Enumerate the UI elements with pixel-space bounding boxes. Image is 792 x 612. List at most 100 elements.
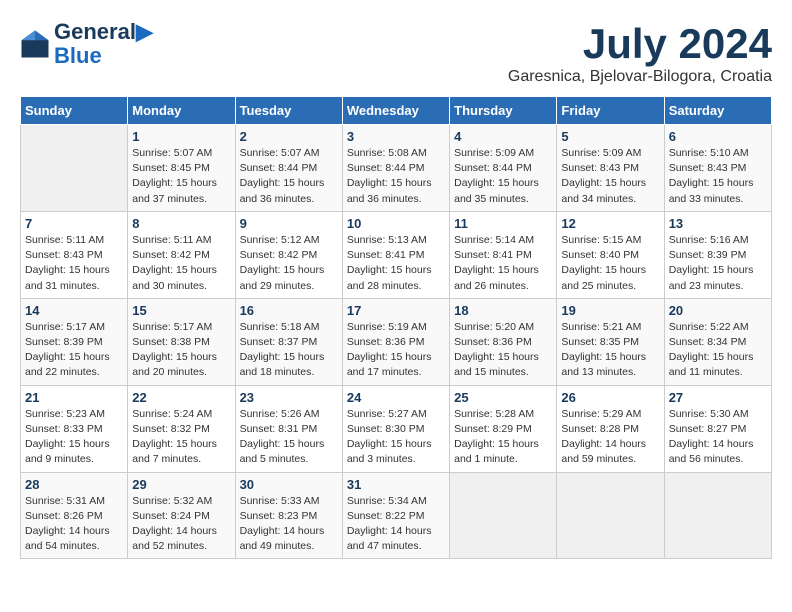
week-row-3: 14 Sunrise: 5:17 AMSunset: 8:39 PMDayligh…: [21, 298, 772, 385]
calendar-cell: 8 Sunrise: 5:11 AMSunset: 8:42 PMDaylight…: [128, 211, 235, 298]
day-info: Sunrise: 5:26 AMSunset: 8:31 PMDaylight:…: [240, 407, 338, 468]
day-info: Sunrise: 5:32 AMSunset: 8:24 PMDaylight:…: [132, 494, 230, 555]
weekday-header-monday: Monday: [128, 97, 235, 125]
calendar-cell: 10 Sunrise: 5:13 AMSunset: 8:41 PMDayligh…: [342, 211, 449, 298]
calendar-cell: 5 Sunrise: 5:09 AMSunset: 8:43 PMDaylight…: [557, 125, 664, 212]
weekday-header-wednesday: Wednesday: [342, 97, 449, 125]
calendar-cell: 25 Sunrise: 5:28 AMSunset: 8:29 PMDayligh…: [450, 385, 557, 472]
calendar-cell: [664, 472, 771, 559]
logo-icon: [20, 29, 50, 59]
day-number: 31: [347, 477, 445, 492]
calendar-cell: 19 Sunrise: 5:21 AMSunset: 8:35 PMDayligh…: [557, 298, 664, 385]
calendar-cell: 21 Sunrise: 5:23 AMSunset: 8:33 PMDayligh…: [21, 385, 128, 472]
logo-text: General▶ Blue: [54, 20, 153, 68]
calendar-cell: 13 Sunrise: 5:16 AMSunset: 8:39 PMDayligh…: [664, 211, 771, 298]
day-number: 4: [454, 129, 552, 144]
day-number: 5: [561, 129, 659, 144]
title-block: July 2024 Garesnica, Bjelovar-Bilogora, …: [508, 20, 772, 86]
weekday-header-tuesday: Tuesday: [235, 97, 342, 125]
week-row-5: 28 Sunrise: 5:31 AMSunset: 8:26 PMDayligh…: [21, 472, 772, 559]
calendar-cell: 30Sunrise: 5:33 AMSunset: 8:23 PMDayligh…: [235, 472, 342, 559]
day-number: 9: [240, 216, 338, 231]
calendar-cell: 7Sunrise: 5:11 AMSunset: 8:43 PMDaylight…: [21, 211, 128, 298]
day-info: Sunrise: 5:20 AMSunset: 8:36 PMDaylight:…: [454, 320, 552, 381]
day-info: Sunrise: 5:28 AMSunset: 8:29 PMDaylight:…: [454, 407, 552, 468]
calendar-cell: [557, 472, 664, 559]
calendar-cell: 11Sunrise: 5:14 AMSunset: 8:41 PMDayligh…: [450, 211, 557, 298]
day-number: 14: [25, 303, 123, 318]
day-info: Sunrise: 5:31 AMSunset: 8:26 PMDaylight:…: [25, 494, 123, 555]
day-number: 29: [132, 477, 230, 492]
calendar-cell: 23 Sunrise: 5:26 AMSunset: 8:31 PMDayligh…: [235, 385, 342, 472]
week-row-1: 1 Sunrise: 5:07 AMSunset: 8:45 PMDaylight…: [21, 125, 772, 212]
day-info: Sunrise: 5:07 AMSunset: 8:45 PMDaylight:…: [132, 146, 230, 207]
calendar-cell: 15 Sunrise: 5:17 AMSunset: 8:38 PMDayligh…: [128, 298, 235, 385]
day-number: 17: [347, 303, 445, 318]
day-number: 28: [25, 477, 123, 492]
day-info: Sunrise: 5:17 AMSunset: 8:38 PMDaylight:…: [132, 320, 230, 381]
day-number: 23: [240, 390, 338, 405]
day-number: 1: [132, 129, 230, 144]
page-header: General▶ Blue July 2024 Garesnica, Bjelo…: [20, 20, 772, 86]
day-number: 19: [561, 303, 659, 318]
day-info: Sunrise: 5:11 AMSunset: 8:42 PMDaylight:…: [132, 233, 230, 294]
calendar-cell: 17 Sunrise: 5:19 AMSunset: 8:36 PMDayligh…: [342, 298, 449, 385]
week-row-2: 7Sunrise: 5:11 AMSunset: 8:43 PMDaylight…: [21, 211, 772, 298]
day-number: 25: [454, 390, 552, 405]
day-number: 21: [25, 390, 123, 405]
week-row-4: 21 Sunrise: 5:23 AMSunset: 8:33 PMDayligh…: [21, 385, 772, 472]
day-info: Sunrise: 5:21 AMSunset: 8:35 PMDaylight:…: [561, 320, 659, 381]
day-number: 11: [454, 216, 552, 231]
day-info: Sunrise: 5:13 AMSunset: 8:41 PMDaylight:…: [347, 233, 445, 294]
calendar-cell: 29 Sunrise: 5:32 AMSunset: 8:24 PMDayligh…: [128, 472, 235, 559]
calendar-cell: 26Sunrise: 5:29 AMSunset: 8:28 PMDayligh…: [557, 385, 664, 472]
day-number: 16: [240, 303, 338, 318]
day-number: 15: [132, 303, 230, 318]
calendar-cell: 2 Sunrise: 5:07 AMSunset: 8:44 PMDaylight…: [235, 125, 342, 212]
calendar-cell: 28 Sunrise: 5:31 AMSunset: 8:26 PMDayligh…: [21, 472, 128, 559]
calendar-cell: 9 Sunrise: 5:12 AMSunset: 8:42 PMDaylight…: [235, 211, 342, 298]
calendar-cell: 31 Sunrise: 5:34 AMSunset: 8:22 PMDayligh…: [342, 472, 449, 559]
day-number: 10: [347, 216, 445, 231]
day-number: 6: [669, 129, 767, 144]
calendar-cell: 18 Sunrise: 5:20 AMSunset: 8:36 PMDayligh…: [450, 298, 557, 385]
day-info: Sunrise: 5:34 AMSunset: 8:22 PMDaylight:…: [347, 494, 445, 555]
day-number: 7: [25, 216, 123, 231]
logo: General▶ Blue: [20, 20, 153, 68]
day-number: 22: [132, 390, 230, 405]
weekday-header-sunday: Sunday: [21, 97, 128, 125]
calendar-cell: 20Sunrise: 5:22 AMSunset: 8:34 PMDayligh…: [664, 298, 771, 385]
day-number: 18: [454, 303, 552, 318]
day-info: Sunrise: 5:12 AMSunset: 8:42 PMDaylight:…: [240, 233, 338, 294]
day-info: Sunrise: 5:19 AMSunset: 8:36 PMDaylight:…: [347, 320, 445, 381]
calendar-cell: 27 Sunrise: 5:30 AMSunset: 8:27 PMDayligh…: [664, 385, 771, 472]
day-info: Sunrise: 5:18 AMSunset: 8:37 PMDaylight:…: [240, 320, 338, 381]
day-number: 24: [347, 390, 445, 405]
calendar-cell: [450, 472, 557, 559]
day-info: Sunrise: 5:10 AMSunset: 8:43 PMDaylight:…: [669, 146, 767, 207]
day-info: Sunrise: 5:23 AMSunset: 8:33 PMDaylight:…: [25, 407, 123, 468]
day-info: Sunrise: 5:17 AMSunset: 8:39 PMDaylight:…: [25, 320, 123, 381]
calendar-cell: 3Sunrise: 5:08 AMSunset: 8:44 PMDaylight…: [342, 125, 449, 212]
day-number: 13: [669, 216, 767, 231]
day-info: Sunrise: 5:30 AMSunset: 8:27 PMDaylight:…: [669, 407, 767, 468]
calendar-cell: 6 Sunrise: 5:10 AMSunset: 8:43 PMDaylight…: [664, 125, 771, 212]
weekday-header-saturday: Saturday: [664, 97, 771, 125]
day-info: Sunrise: 5:16 AMSunset: 8:39 PMDaylight:…: [669, 233, 767, 294]
day-info: Sunrise: 5:09 AMSunset: 8:43 PMDaylight:…: [561, 146, 659, 207]
day-number: 8: [132, 216, 230, 231]
day-info: Sunrise: 5:07 AMSunset: 8:44 PMDaylight:…: [240, 146, 338, 207]
calendar-table: SundayMondayTuesdayWednesdayThursdayFrid…: [20, 96, 772, 559]
day-number: 27: [669, 390, 767, 405]
day-number: 2: [240, 129, 338, 144]
weekday-header-thursday: Thursday: [450, 97, 557, 125]
day-info: Sunrise: 5:33 AMSunset: 8:23 PMDaylight:…: [240, 494, 338, 555]
day-info: Sunrise: 5:22 AMSunset: 8:34 PMDaylight:…: [669, 320, 767, 381]
calendar-cell: 4Sunrise: 5:09 AMSunset: 8:44 PMDaylight…: [450, 125, 557, 212]
weekday-header-row: SundayMondayTuesdayWednesdayThursdayFrid…: [21, 97, 772, 125]
calendar-cell: 16 Sunrise: 5:18 AMSunset: 8:37 PMDayligh…: [235, 298, 342, 385]
day-info: Sunrise: 5:24 AMSunset: 8:32 PMDaylight:…: [132, 407, 230, 468]
calendar-cell: [21, 125, 128, 212]
calendar-cell: 12Sunrise: 5:15 AMSunset: 8:40 PMDayligh…: [557, 211, 664, 298]
day-number: 12: [561, 216, 659, 231]
